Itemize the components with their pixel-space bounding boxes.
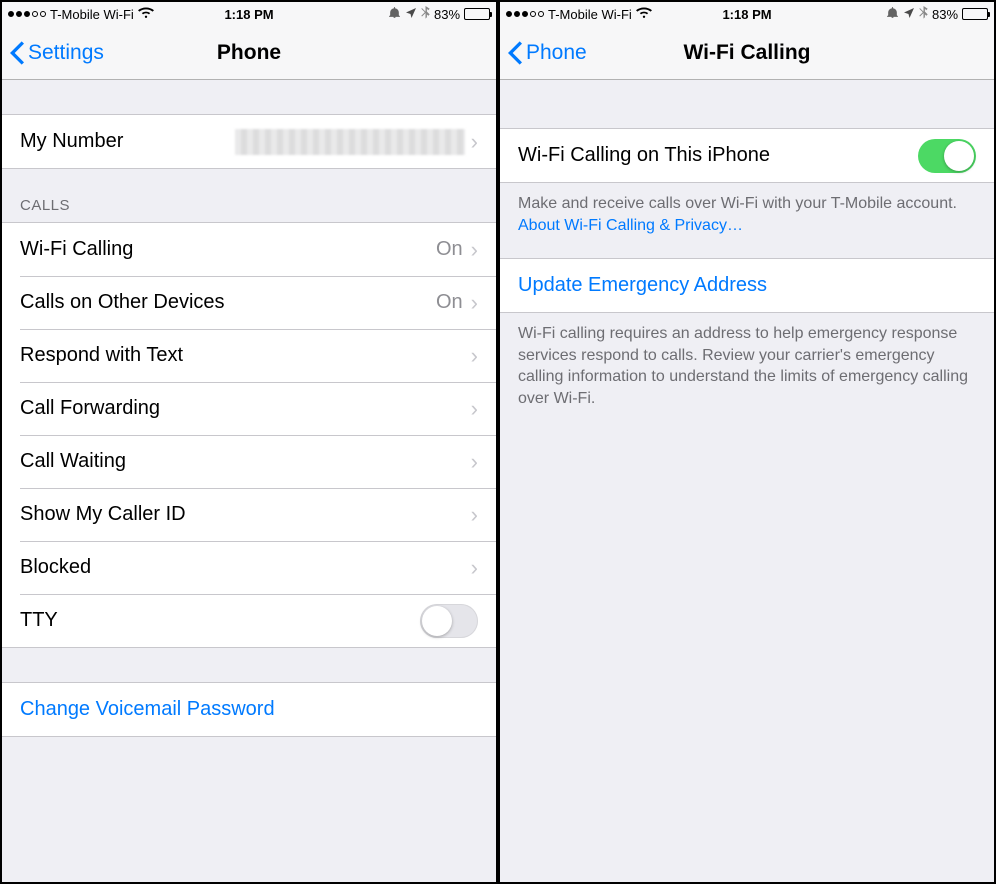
chevron-right-icon: › bbox=[471, 290, 478, 316]
chevron-left-icon bbox=[10, 41, 24, 65]
location-icon bbox=[903, 7, 915, 22]
alarm-icon bbox=[886, 6, 899, 22]
back-button[interactable]: Settings bbox=[10, 41, 104, 65]
battery-icon bbox=[464, 8, 490, 20]
location-icon bbox=[405, 7, 417, 22]
calls-section-header: CALLS bbox=[2, 169, 496, 222]
row-call-waiting[interactable]: Call Waiting › bbox=[2, 435, 496, 488]
battery-percent-label: 83% bbox=[932, 7, 958, 22]
wifi-calling-toggle[interactable] bbox=[918, 139, 976, 173]
tty-label: TTY bbox=[20, 609, 420, 632]
row-tty: TTY bbox=[2, 594, 496, 647]
back-button[interactable]: Phone bbox=[508, 41, 587, 65]
change-voicemail-label: Change Voicemail Password bbox=[20, 698, 478, 721]
bluetooth-icon bbox=[919, 6, 928, 23]
carrier-label: T-Mobile Wi-Fi bbox=[548, 7, 632, 22]
wifi-icon bbox=[138, 7, 154, 22]
clock-label: 1:18 PM bbox=[224, 7, 273, 22]
chevron-right-icon: › bbox=[471, 129, 478, 155]
call-forwarding-label: Call Forwarding bbox=[20, 397, 471, 420]
wifi-calling-value: On bbox=[436, 238, 463, 261]
back-label: Settings bbox=[28, 41, 104, 65]
row-respond-with-text[interactable]: Respond with Text › bbox=[2, 329, 496, 382]
row-show-caller-id[interactable]: Show My Caller ID › bbox=[2, 488, 496, 541]
footer-text: Make and receive calls over Wi-Fi with y… bbox=[518, 195, 957, 212]
call-waiting-label: Call Waiting bbox=[20, 450, 471, 473]
about-wifi-calling-link[interactable]: About Wi-Fi Calling & Privacy… bbox=[518, 217, 743, 234]
chevron-left-icon bbox=[508, 41, 522, 65]
screen-wifi-calling: T-Mobile Wi-Fi 1:18 PM 83% Phone Wi-Fi C… bbox=[498, 0, 996, 884]
battery-percent-label: 83% bbox=[434, 7, 460, 22]
row-update-emergency-address[interactable]: Update Emergency Address bbox=[500, 259, 994, 312]
back-label: Phone bbox=[526, 41, 587, 65]
emergency-address-description: Wi-Fi calling requires an address to hel… bbox=[500, 313, 994, 423]
row-blocked[interactable]: Blocked › bbox=[2, 541, 496, 594]
other-devices-value: On bbox=[436, 291, 463, 314]
wifi-calling-label: Wi-Fi Calling bbox=[20, 238, 436, 261]
my-number-value-redacted bbox=[235, 129, 465, 155]
blocked-label: Blocked bbox=[20, 556, 471, 579]
nav-bar: Settings Phone bbox=[2, 26, 496, 80]
signal-strength-icon bbox=[8, 11, 46, 17]
signal-strength-icon bbox=[506, 11, 544, 17]
tty-toggle[interactable] bbox=[420, 604, 478, 638]
update-emergency-address-label: Update Emergency Address bbox=[518, 274, 976, 297]
row-call-forwarding[interactable]: Call Forwarding › bbox=[2, 382, 496, 435]
my-number-label: My Number bbox=[20, 130, 235, 153]
screen-phone-settings: T-Mobile Wi-Fi 1:18 PM 83% Settings Phon… bbox=[0, 0, 498, 884]
row-change-voicemail-password[interactable]: Change Voicemail Password bbox=[2, 683, 496, 736]
row-wifi-calling[interactable]: Wi-Fi Calling On › bbox=[2, 223, 496, 276]
row-my-number[interactable]: My Number › bbox=[2, 115, 496, 168]
chevron-right-icon: › bbox=[471, 449, 478, 475]
battery-icon bbox=[962, 8, 988, 20]
wifi-calling-toggle-label: Wi-Fi Calling on This iPhone bbox=[518, 144, 918, 167]
nav-bar: Phone Wi-Fi Calling bbox=[500, 26, 994, 80]
status-bar: T-Mobile Wi-Fi 1:18 PM 83% bbox=[2, 2, 496, 26]
carrier-label: T-Mobile Wi-Fi bbox=[50, 7, 134, 22]
chevron-right-icon: › bbox=[471, 343, 478, 369]
wifi-icon bbox=[636, 7, 652, 22]
other-devices-label: Calls on Other Devices bbox=[20, 291, 436, 314]
respond-text-label: Respond with Text bbox=[20, 344, 471, 367]
row-calls-other-devices[interactable]: Calls on Other Devices On › bbox=[2, 276, 496, 329]
status-bar: T-Mobile Wi-Fi 1:18 PM 83% bbox=[500, 2, 994, 26]
chevron-right-icon: › bbox=[471, 396, 478, 422]
caller-id-label: Show My Caller ID bbox=[20, 503, 471, 526]
alarm-icon bbox=[388, 6, 401, 22]
row-wifi-calling-toggle: Wi-Fi Calling on This iPhone bbox=[500, 129, 994, 182]
chevron-right-icon: › bbox=[471, 555, 478, 581]
chevron-right-icon: › bbox=[471, 237, 478, 263]
wifi-calling-description: Make and receive calls over Wi-Fi with y… bbox=[500, 183, 994, 250]
chevron-right-icon: › bbox=[471, 502, 478, 528]
clock-label: 1:18 PM bbox=[722, 7, 771, 22]
bluetooth-icon bbox=[421, 6, 430, 23]
